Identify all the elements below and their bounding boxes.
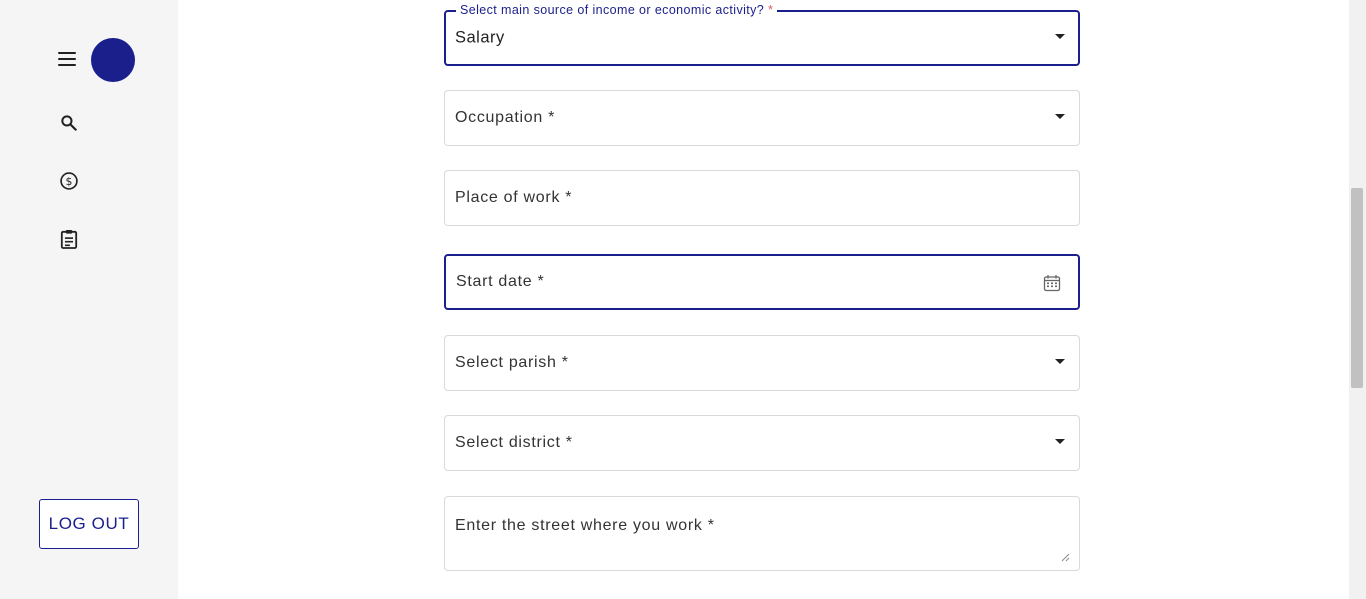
chevron-down-icon <box>1055 114 1065 119</box>
district-label: Select district * <box>455 434 573 451</box>
clipboard-icon[interactable] <box>58 228 80 250</box>
dollar-circle-icon[interactable]: $ <box>58 170 80 192</box>
occupation-label: Occupation * <box>455 109 556 126</box>
chevron-down-icon <box>1055 34 1065 39</box>
district-select[interactable]: Select district * <box>444 415 1080 471</box>
chevron-down-icon <box>1055 439 1065 444</box>
search-icon[interactable] <box>58 112 80 134</box>
income-source-select[interactable]: Select main source of income or economic… <box>444 3 1080 66</box>
parish-label: Select parish * <box>455 354 569 371</box>
occupation-select[interactable]: Occupation * <box>444 90 1080 146</box>
scrollbar-thumb[interactable] <box>1351 188 1363 388</box>
parish-select[interactable]: Select parish * <box>444 335 1080 391</box>
logout-button[interactable]: LOG OUT <box>39 499 139 549</box>
vertical-scrollbar[interactable] <box>1349 0 1366 599</box>
income-source-value: Salary <box>455 28 505 47</box>
start-date-label: Start date * <box>456 273 545 290</box>
street-textarea[interactable]: Enter the street where you work * <box>444 496 1080 571</box>
calendar-icon[interactable] <box>1043 274 1061 292</box>
street-label: Enter the street where you work * <box>455 517 715 534</box>
income-source-label: Select main source of income or economic… <box>456 3 778 17</box>
svg-text:$: $ <box>66 175 73 188</box>
sidebar: $ LOG OUT <box>0 0 178 599</box>
place-of-work-input[interactable]: Place of work * <box>444 170 1080 226</box>
start-date-input[interactable]: Start date * <box>444 254 1080 310</box>
avatar[interactable] <box>91 38 135 82</box>
hamburger-menu-icon[interactable] <box>57 51 77 67</box>
resize-handle-icon[interactable] <box>1060 549 1070 562</box>
chevron-down-icon <box>1055 359 1065 364</box>
place-of-work-label: Place of work * <box>455 189 573 206</box>
